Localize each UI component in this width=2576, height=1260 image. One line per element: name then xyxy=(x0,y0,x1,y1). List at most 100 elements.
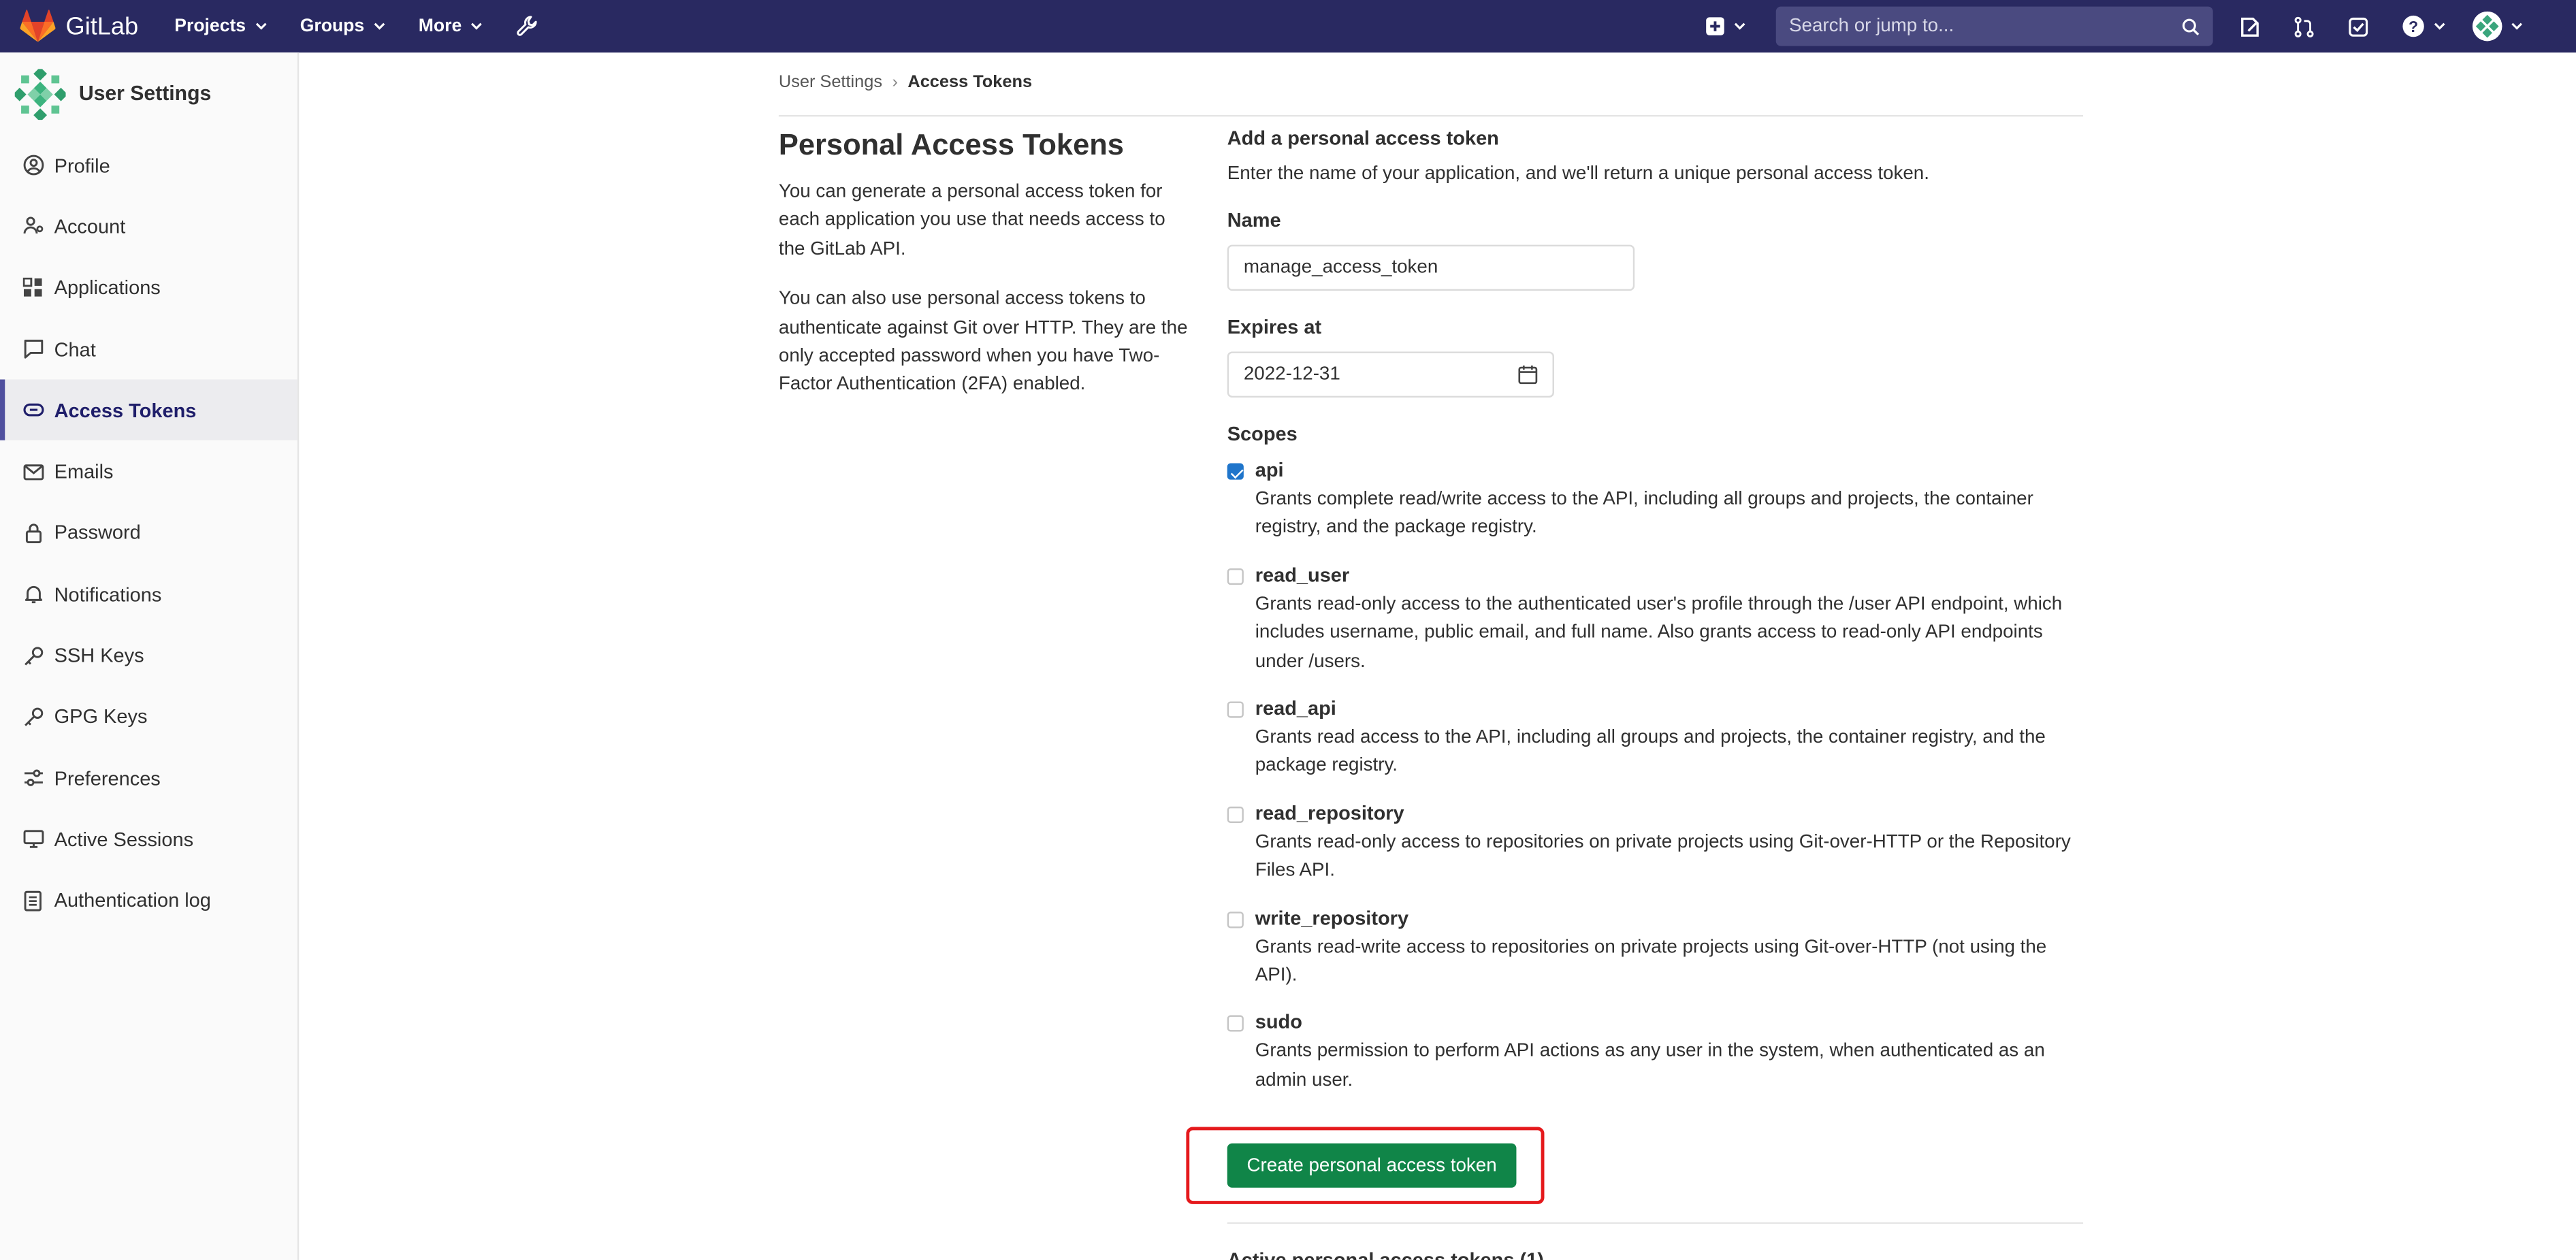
form-description: Enter the name of your application, and … xyxy=(1227,164,1929,184)
monitor-icon xyxy=(21,828,44,851)
section-divider xyxy=(1227,1222,2084,1224)
scope-read-api: read_api Grants read access to the API, … xyxy=(1227,696,2083,781)
scope-name[interactable]: write_repository xyxy=(1255,906,2083,929)
chevron-down-icon xyxy=(1734,22,1745,30)
expires-at-field[interactable] xyxy=(1227,351,1554,398)
token-name-input[interactable] xyxy=(1227,244,1635,291)
calendar-icon[interactable] xyxy=(1518,365,1538,385)
scope-description: Grants complete read/write access to the… xyxy=(1255,489,2033,538)
sidebar-item-label: Account xyxy=(54,214,126,238)
settings-sidebar: User Settings Profile Account Applicatio… xyxy=(0,52,300,1260)
chat-icon xyxy=(21,338,44,361)
scope-api: api Grants complete read/write access to… xyxy=(1227,458,2083,543)
sidebar-item-label: Active Sessions xyxy=(54,828,194,851)
active-tokens-heading: Active personal access tokens (1) xyxy=(1227,1248,1544,1260)
scope-read-repository-checkbox[interactable] xyxy=(1227,806,1244,823)
sidebar-item-authentication-log[interactable]: Authentication log xyxy=(0,870,297,931)
scope-read-repository: read_repository Grants read-only access … xyxy=(1227,801,2083,886)
sidebar-item-gpg-keys[interactable]: GPG Keys xyxy=(0,686,297,747)
top-navbar: GitLab Projects Groups More Search or ju… xyxy=(0,0,2576,53)
token-form: Add a personal access token Enter the na… xyxy=(1227,127,2083,1116)
chevron-down-icon xyxy=(374,22,385,30)
sidebar-item-applications[interactable]: Applications xyxy=(0,257,297,319)
sidebar-item-label: Emails xyxy=(54,460,114,483)
scope-read-user-checkbox[interactable] xyxy=(1227,568,1244,585)
nav-more-label: More xyxy=(418,16,462,37)
sidebar-item-label: GPG Keys xyxy=(54,705,148,728)
sidebar-header[interactable]: User Settings xyxy=(0,52,297,135)
user-menu[interactable] xyxy=(2472,11,2524,42)
breadcrumb-access-tokens[interactable]: Access Tokens xyxy=(907,72,1032,92)
sidebar-item-account[interactable]: Account xyxy=(0,196,297,257)
new-dropdown-button[interactable] xyxy=(1705,16,1746,36)
admin-wrench-icon[interactable] xyxy=(516,15,539,38)
user-avatar-icon xyxy=(14,68,66,119)
scope-write-repository: write_repository Grants read-write acces… xyxy=(1227,906,2083,991)
lock-icon xyxy=(21,521,44,545)
scope-sudo: sudo Grants permission to perform API ac… xyxy=(1227,1011,2083,1096)
sidebar-item-active-sessions[interactable]: Active Sessions xyxy=(0,809,297,870)
expires-label: Expires at xyxy=(1227,315,1322,339)
sidebar-item-label: Applications xyxy=(54,276,161,300)
scope-description: Grants permission to perform API actions… xyxy=(1255,1042,2045,1091)
scope-name[interactable]: read_user xyxy=(1255,563,2083,586)
expires-at-input[interactable] xyxy=(1243,364,1518,385)
create-token-button[interactable]: Create personal access token xyxy=(1227,1143,1517,1188)
scope-description: Grants read access to the API, including… xyxy=(1255,728,2046,777)
gitlab-logo-icon xyxy=(20,10,56,42)
navbar-right: ? xyxy=(1705,0,2576,52)
sidebar-item-label: Authentication log xyxy=(54,889,211,912)
name-label: Name xyxy=(1227,208,1281,232)
sidebar-item-label: Notifications xyxy=(54,583,162,606)
search-input[interactable] xyxy=(1789,16,2182,37)
sidebar-item-notifications[interactable]: Notifications xyxy=(0,564,297,625)
mail-icon xyxy=(21,460,44,483)
scope-name[interactable]: read_api xyxy=(1255,696,2083,720)
breadcrumb: User Settings › Access Tokens xyxy=(778,72,2084,117)
scope-name[interactable]: api xyxy=(1255,458,2083,481)
scope-sudo-checkbox[interactable] xyxy=(1227,1016,1244,1033)
sidebar-item-profile[interactable]: Profile xyxy=(0,135,297,196)
sidebar-item-label: Preferences xyxy=(54,766,161,790)
nav-projects-label: Projects xyxy=(174,16,246,37)
scope-read-user: read_user Grants read-only access to the… xyxy=(1227,563,2083,677)
applications-icon xyxy=(21,276,44,300)
sidebar-item-label: Chat xyxy=(54,338,96,361)
nav-groups-label: Groups xyxy=(300,16,365,37)
key-icon xyxy=(21,705,44,728)
intro-section: Personal Access Tokens You can generate … xyxy=(779,128,1189,422)
scope-write-repository-checkbox[interactable] xyxy=(1227,911,1244,928)
chevron-down-icon xyxy=(255,22,266,30)
brand-name: GitLab xyxy=(65,12,139,41)
page-title: Personal Access Tokens xyxy=(778,128,1124,161)
scope-name[interactable]: sudo xyxy=(1255,1011,2083,1034)
preferences-icon xyxy=(21,766,44,790)
plus-square-icon xyxy=(1706,17,1724,35)
nav-more[interactable]: More xyxy=(419,16,483,36)
nav-projects[interactable]: Projects xyxy=(174,16,267,36)
main-nav-menu: Projects Groups More xyxy=(174,15,538,38)
profile-icon xyxy=(21,154,44,177)
issues-icon[interactable] xyxy=(2239,15,2262,38)
sidebar-title: User Settings xyxy=(78,82,212,106)
scope-name[interactable]: read_repository xyxy=(1255,801,2083,824)
help-dropdown[interactable]: ? xyxy=(2402,15,2446,38)
merge-request-icon[interactable] xyxy=(2293,15,2317,38)
nav-groups[interactable]: Groups xyxy=(300,16,386,36)
svg-text:?: ? xyxy=(2409,18,2418,35)
chevron-down-icon xyxy=(2511,22,2522,30)
global-search[interactable] xyxy=(1775,6,2213,46)
sidebar-item-emails[interactable]: Emails xyxy=(0,441,297,502)
form-heading: Add a personal access token xyxy=(1227,126,1499,150)
sidebar-item-ssh-keys[interactable]: SSH Keys xyxy=(0,625,297,686)
sidebar-item-password[interactable]: Password xyxy=(0,502,297,564)
scope-read-api-checkbox[interactable] xyxy=(1227,701,1244,718)
breadcrumb-user-settings[interactable]: User Settings xyxy=(779,72,882,92)
todo-icon[interactable] xyxy=(2348,15,2371,38)
gitlab-home-link[interactable]: GitLab xyxy=(20,10,138,42)
sidebar-item-chat[interactable]: Chat xyxy=(0,319,297,380)
sidebar-item-access-tokens[interactable]: Access Tokens xyxy=(0,379,297,441)
sidebar-item-preferences[interactable]: Preferences xyxy=(0,747,297,809)
log-icon xyxy=(21,889,44,912)
scope-api-checkbox[interactable] xyxy=(1227,463,1244,480)
